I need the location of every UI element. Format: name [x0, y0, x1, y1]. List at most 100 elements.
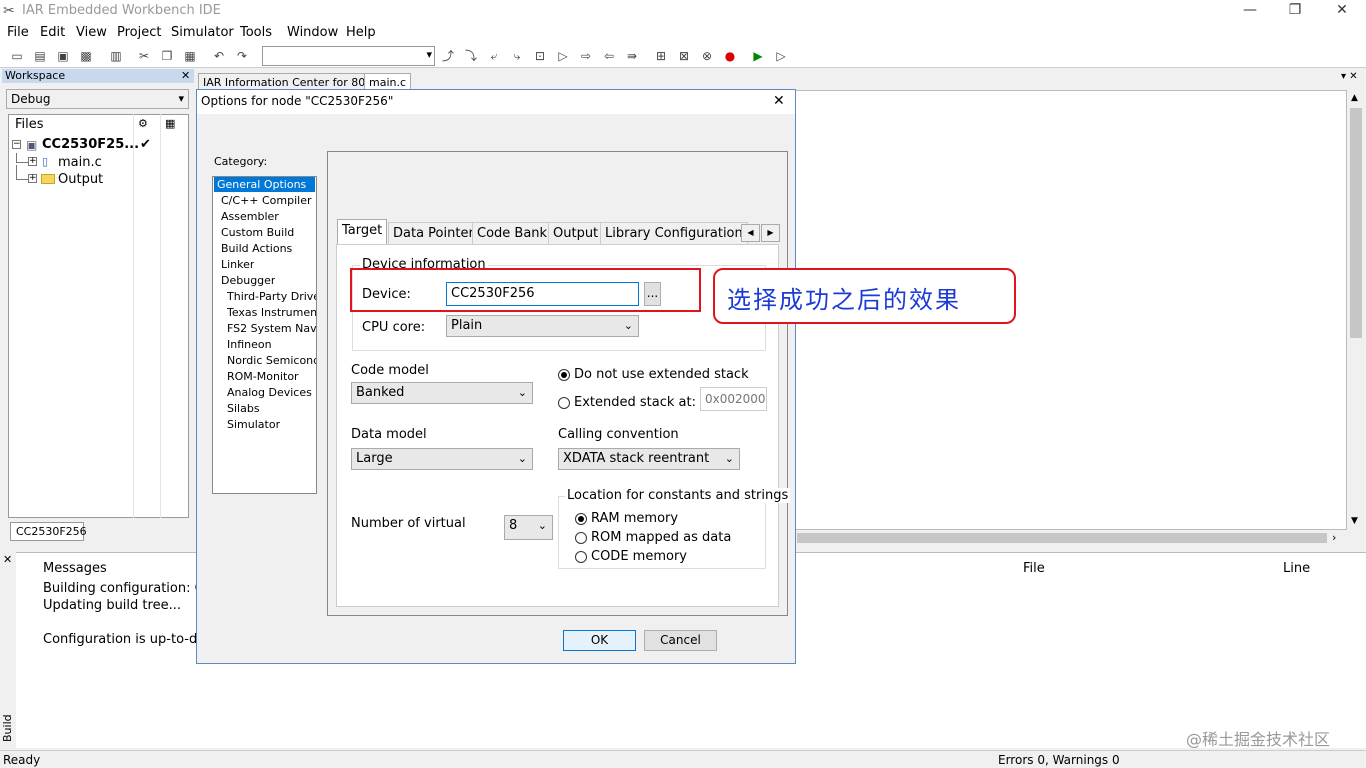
cut-icon[interactable]: ✂ — [136, 48, 152, 64]
cancel-button[interactable]: Cancel — [644, 630, 717, 651]
open-folder-icon[interactable]: ▤ — [32, 48, 48, 64]
messages-close-icon[interactable]: ✕ — [3, 553, 12, 566]
find-next-icon[interactable]: ⤵ — [463, 48, 479, 64]
ram-memory-radio[interactable] — [575, 513, 587, 525]
scroll-right-icon[interactable]: › — [1332, 531, 1336, 544]
category-item[interactable]: Debugger — [221, 273, 275, 288]
menu-tools[interactable]: Tools — [240, 25, 272, 40]
category-item[interactable]: Simulator — [227, 417, 280, 432]
workspace-tab[interactable]: CC2530F256 — [10, 522, 87, 541]
minimize-button[interactable]: — — [1230, 2, 1270, 18]
layout-icon[interactable]: ▦ — [165, 117, 175, 130]
tab-scroll-left-icon[interactable]: ◀ — [741, 224, 760, 242]
tree-line — [16, 153, 28, 163]
code-model-select[interactable]: Banked ⌄ — [351, 382, 533, 404]
rom-mapped-radio[interactable] — [575, 532, 587, 544]
replace-icon[interactable]: ⤷ — [509, 48, 525, 64]
print-icon[interactable]: ▥ — [108, 48, 124, 64]
category-item[interactable]: Analog Devices — [227, 385, 312, 400]
extended-stack-label: Extended stack at: — [574, 395, 696, 410]
category-item[interactable]: Nordic Semiconduc — [227, 353, 316, 368]
undo-icon[interactable]: ↶ — [211, 48, 227, 64]
category-item[interactable]: ROM-Monitor — [227, 369, 299, 384]
category-item[interactable]: Texas Instruments — [227, 305, 316, 320]
tab-code-bank[interactable]: Code Bank — [472, 222, 553, 244]
scroll-down-icon[interactable]: ▼ — [1351, 516, 1358, 526]
data-model-select[interactable]: Large ⌄ — [351, 448, 533, 470]
compile-icon[interactable]: ⊞ — [653, 48, 669, 64]
tab-scroll-right-icon[interactable]: ▶ — [761, 224, 780, 242]
tree-item-output[interactable]: + Output — [16, 165, 188, 189]
category-item[interactable]: General Options — [214, 177, 315, 192]
menu-view[interactable]: View — [76, 25, 107, 40]
dialog-close-button[interactable]: ✕ — [773, 93, 785, 109]
no-extended-stack-radio[interactable] — [558, 369, 570, 381]
menu-window[interactable]: Window — [287, 25, 338, 40]
nav-icon[interactable]: ⇛ — [624, 48, 640, 64]
editor-menu-chevron-icon[interactable]: ▾ ✕ — [1341, 71, 1358, 82]
collapse-icon[interactable]: − — [12, 140, 21, 149]
calling-convention-select[interactable]: XDATA stack reentrant ⌄ — [558, 448, 740, 470]
menu-edit[interactable]: Edit — [40, 25, 65, 40]
make-icon[interactable]: ⊠ — [676, 48, 692, 64]
scroll-up-icon[interactable]: ▲ — [1351, 93, 1358, 103]
tab-main-c[interactable]: main.c — [364, 73, 412, 90]
extended-stack-radio[interactable] — [558, 397, 570, 409]
toolbar-search-combo[interactable]: ▾ — [262, 46, 435, 66]
paste-icon[interactable]: ▦ — [182, 48, 198, 64]
new-file-icon[interactable]: ▭ — [9, 48, 25, 64]
menu-simulator[interactable]: Simulator — [171, 25, 234, 40]
tab-target[interactable]: Target — [337, 219, 388, 245]
save-all-icon[interactable]: ▩ — [78, 48, 94, 64]
watermark: @稀土掘金技术社区 — [1186, 730, 1331, 749]
menu-help[interactable]: Help — [346, 25, 376, 40]
breakpoint-icon[interactable]: ● — [722, 48, 738, 64]
options-icon[interactable]: ⚙ — [138, 117, 148, 130]
expand-icon[interactable]: + — [28, 174, 37, 183]
tab-data-pointer[interactable]: Data Pointer — [388, 222, 479, 244]
download-debug-icon[interactable]: ▶ — [750, 48, 766, 64]
tree-item-project[interactable]: − ▣ CC2530F25... ✔ — [12, 137, 188, 155]
bookmark-icon[interactable]: ▷ — [555, 48, 571, 64]
menu-file[interactable]: File — [7, 25, 29, 40]
extended-stack-address-field[interactable]: 0x002000 — [700, 387, 767, 411]
stop-build-icon[interactable]: ⊗ — [699, 48, 715, 64]
debug-without-download-icon[interactable]: ▷ — [773, 48, 789, 64]
workspace-close-icon[interactable]: ✕ — [181, 69, 190, 82]
redo-icon[interactable]: ↷ — [234, 48, 250, 64]
calling-convention-value: XDATA stack reentrant — [563, 451, 710, 466]
category-item[interactable]: C/C++ Compiler — [221, 193, 312, 208]
find-icon[interactable]: ⤴ — [440, 48, 456, 64]
next-bookmark-icon[interactable]: ⇨ — [578, 48, 594, 64]
code-memory-radio[interactable] — [575, 551, 587, 563]
workspace-config-select[interactable]: Debug ▾ — [6, 89, 189, 109]
category-item[interactable]: Custom Build — [221, 225, 294, 240]
expand-icon[interactable]: + — [28, 157, 37, 166]
close-window-button[interactable]: ✕ — [1322, 2, 1362, 18]
category-item[interactable]: Build Actions — [221, 241, 292, 256]
category-item[interactable]: Linker — [221, 257, 254, 272]
cpu-core-select[interactable]: Plain ⌄ — [446, 315, 639, 337]
category-item[interactable]: Infineon — [227, 337, 272, 352]
rom-mapped-label: ROM mapped as data — [591, 530, 732, 545]
restore-button[interactable]: ❐ — [1275, 2, 1315, 18]
horizontal-scroll-thumb[interactable] — [797, 533, 1327, 543]
find-prev-icon[interactable]: ⤶ — [486, 48, 502, 64]
tab-output[interactable]: Output — [548, 222, 604, 244]
goto-icon[interactable]: ⊡ — [532, 48, 548, 64]
vertical-scroll-thumb[interactable] — [1350, 108, 1362, 338]
tab-info-center[interactable]: IAR Information Center for 8051 — [198, 73, 385, 90]
tab-library-configuration[interactable]: Library Configuration — [600, 222, 748, 244]
copy-icon[interactable]: ❐ — [159, 48, 175, 64]
category-item[interactable]: FS2 System Navig — [227, 321, 316, 336]
menu-project[interactable]: Project — [117, 25, 161, 40]
chevron-down-icon: ⌄ — [517, 452, 527, 465]
category-item[interactable]: Silabs — [227, 401, 260, 416]
category-item[interactable]: Assembler — [221, 209, 279, 224]
save-icon[interactable]: ▣ — [55, 48, 71, 64]
virtual-registers-select[interactable]: 8 ⌄ — [504, 515, 553, 540]
tree-item-main-c[interactable]: + ▯ main.c — [16, 153, 188, 172]
prev-bookmark-icon[interactable]: ⇦ — [601, 48, 617, 64]
category-item[interactable]: Third-Party Driver — [227, 289, 316, 304]
ok-button[interactable]: OK — [563, 630, 636, 651]
